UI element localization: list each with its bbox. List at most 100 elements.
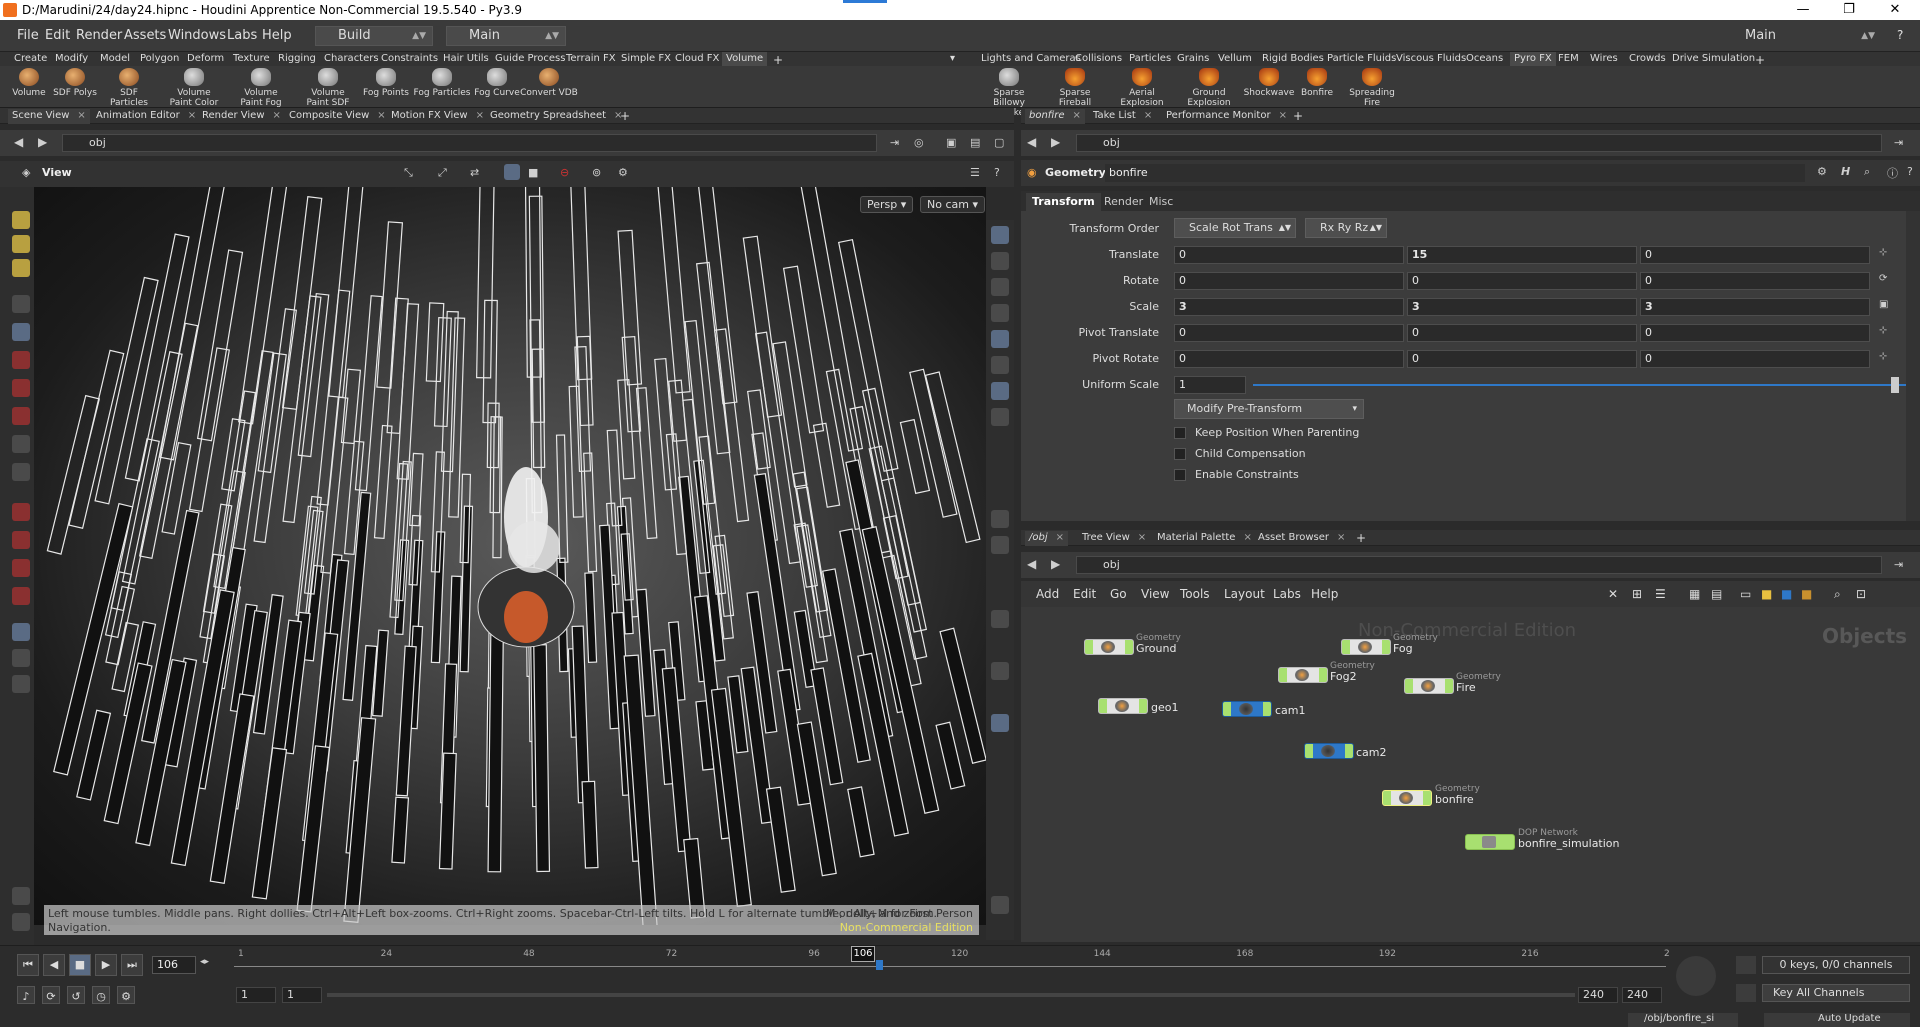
loop-button[interactable]: ↺ [67,986,85,1004]
maximize-pane-icon[interactable]: ▢ [994,136,1004,149]
help-icon[interactable]: ? [994,166,1000,179]
tool-fog-points[interactable]: Fog Points [357,68,415,98]
translate-x-field[interactable]: 0 [1174,246,1404,264]
tab-take-list[interactable]: Take List × [1089,109,1156,124]
tree-icon[interactable]: ⊞ [1632,587,1642,601]
playhead-frame-label[interactable]: 106 [851,946,875,962]
camera-icon[interactable]: ⊡ [1856,587,1866,601]
wireframe-icon[interactable] [504,164,520,180]
net-menu-labs[interactable]: Labs [1273,587,1301,601]
play-button[interactable]: ▶ [95,954,117,976]
node-geo1[interactable] [1098,698,1148,714]
light-bulb-icon[interactable] [991,330,1009,348]
audio-button[interactable]: ♪ [17,986,35,1004]
node-fire[interactable] [1404,678,1454,694]
range-slider[interactable] [327,993,1575,997]
keep-position-checkbox[interactable] [1174,427,1186,439]
slider-handle[interactable] [1891,377,1899,393]
key-channel-icon[interactable] [1736,984,1756,1002]
shelf-tab[interactable]: Grains [1177,53,1209,64]
shelf-tab[interactable]: Drive Simulation [1672,53,1755,64]
key-dial-icon[interactable] [1676,956,1716,996]
net-menu-go[interactable]: Go [1110,587,1127,601]
rotate-order-dropdown[interactable]: Rx Ry Rz ▲▼ [1305,218,1387,238]
tab-transform[interactable]: Transform [1026,193,1101,211]
close-icon[interactable]: × [1279,110,1287,121]
tool-convert-vdb[interactable]: Convert VDB [520,68,578,98]
location-icon[interactable] [991,714,1009,732]
pivot-handle-icon[interactable]: ⊹ [1879,325,1887,336]
menu-windows[interactable]: Windows [168,28,226,43]
clock-button[interactable]: ◷ [92,986,110,1004]
uniform-scale-field[interactable]: 1 [1174,376,1246,394]
grid-icon[interactable] [991,408,1009,426]
timeline-track[interactable] [234,966,1666,967]
persp-icon[interactable] [12,649,30,667]
node-cam1[interactable] [1222,701,1272,717]
shelf-menu-icon[interactable]: ▾ [950,53,955,64]
node-bonfire[interactable] [1382,790,1432,806]
pin-icon[interactable]: ⇥ [1894,558,1903,571]
close-button[interactable]: ✕ [1872,0,1918,20]
close-icon[interactable]: × [188,110,196,121]
shelf-tab[interactable]: Oceans [1466,53,1503,64]
step-back-button[interactable]: ◀ [43,954,65,976]
node-ground[interactable] [1084,639,1134,655]
tool-volume-paint-fog[interactable]: Volume Paint Fog [232,68,290,108]
context-dropdown-left[interactable]: Main ▲▼ [446,26,566,46]
modify-pre-transform-button[interactable]: Modify Pre-Transform ▾ [1174,399,1364,419]
tab-misc[interactable]: Misc [1143,193,1179,211]
shelf-tab[interactable]: Simple FX [621,53,671,64]
close-icon[interactable]: × [476,110,484,121]
light-icon[interactable] [12,675,30,693]
grid-view-icon[interactable]: ▦ [1689,587,1700,601]
record-icon[interactable]: ⊖ [560,166,569,179]
tool-volume-paint-color[interactable]: Volume Paint Color [165,68,223,108]
search-icon[interactable]: ⌕ [1834,587,1841,602]
pivot-rotate-y-field[interactable]: 0 [1407,350,1637,368]
node-name-field[interactable]: bonfire [1105,164,1805,182]
rotate-handle-icon[interactable]: ⟳ [1879,273,1887,284]
ghost-icon[interactable] [991,278,1009,296]
tab-bonfire[interactable]: bonfire × [1025,109,1085,124]
forward-arrow-icon[interactable]: ▶ [38,135,47,149]
tab-material-palette[interactable]: Material Palette × [1153,531,1256,546]
tab-asset-browser[interactable]: Asset Browser × [1254,531,1349,546]
brush-icon[interactable] [991,536,1009,554]
enable-constraints-checkbox[interactable] [1174,469,1186,481]
close-icon[interactable]: × [1056,532,1064,543]
close-icon[interactable]: × [77,110,85,121]
forward-arrow-icon[interactable]: ▶ [1051,557,1060,571]
add-tab-icon[interactable]: + [1289,109,1307,124]
lock-icon[interactable] [12,323,30,341]
tool-aerial-explosion[interactable]: Aerial Explosion [1113,68,1171,108]
menu-edit[interactable]: Edit [45,28,70,43]
shelf-tab[interactable]: Viscous Fluids [1396,53,1466,64]
shelf-tab[interactable]: Constraints [381,53,438,64]
hda-icon[interactable]: H [1841,165,1850,178]
settings-icon[interactable]: ⚙ [618,166,628,179]
rotate-z-field[interactable]: 0 [1640,272,1870,290]
shelf-tab[interactable]: Cloud FX [675,53,719,64]
snap-magnet-icon[interactable] [12,587,30,605]
net-menu-help[interactable]: Help [1311,587,1338,601]
tool-volume-paint-sdf[interactable]: Volume Paint SDF [299,68,357,108]
net-menu-add[interactable]: Add [1036,587,1059,601]
shelf-tab[interactable]: Characters [324,53,379,64]
node-cam2[interactable] [1304,743,1354,759]
range-start-field-2[interactable]: 1 [282,987,322,1003]
tool-bonfire[interactable]: Bonfire [1288,68,1346,98]
close-icon[interactable]: × [1138,532,1146,543]
tool-sparse-fireball[interactable]: Sparse Fireball [1046,68,1104,108]
info-icon[interactable] [991,896,1009,914]
tab-tree-view[interactable]: Tree View × [1078,531,1150,546]
shelf-tab[interactable]: Create [14,53,47,64]
view-tool-icon[interactable] [12,503,30,521]
shelf-tab[interactable]: Model [100,53,130,64]
pin-icon[interactable]: ⇥ [890,136,899,149]
render-icon[interactable] [991,662,1009,680]
rotate-icon[interactable] [12,379,30,397]
lock-camera-icon[interactable] [991,252,1009,270]
close-icon[interactable]: × [377,110,385,121]
tab-scene-view[interactable]: Scene View × [8,109,90,124]
